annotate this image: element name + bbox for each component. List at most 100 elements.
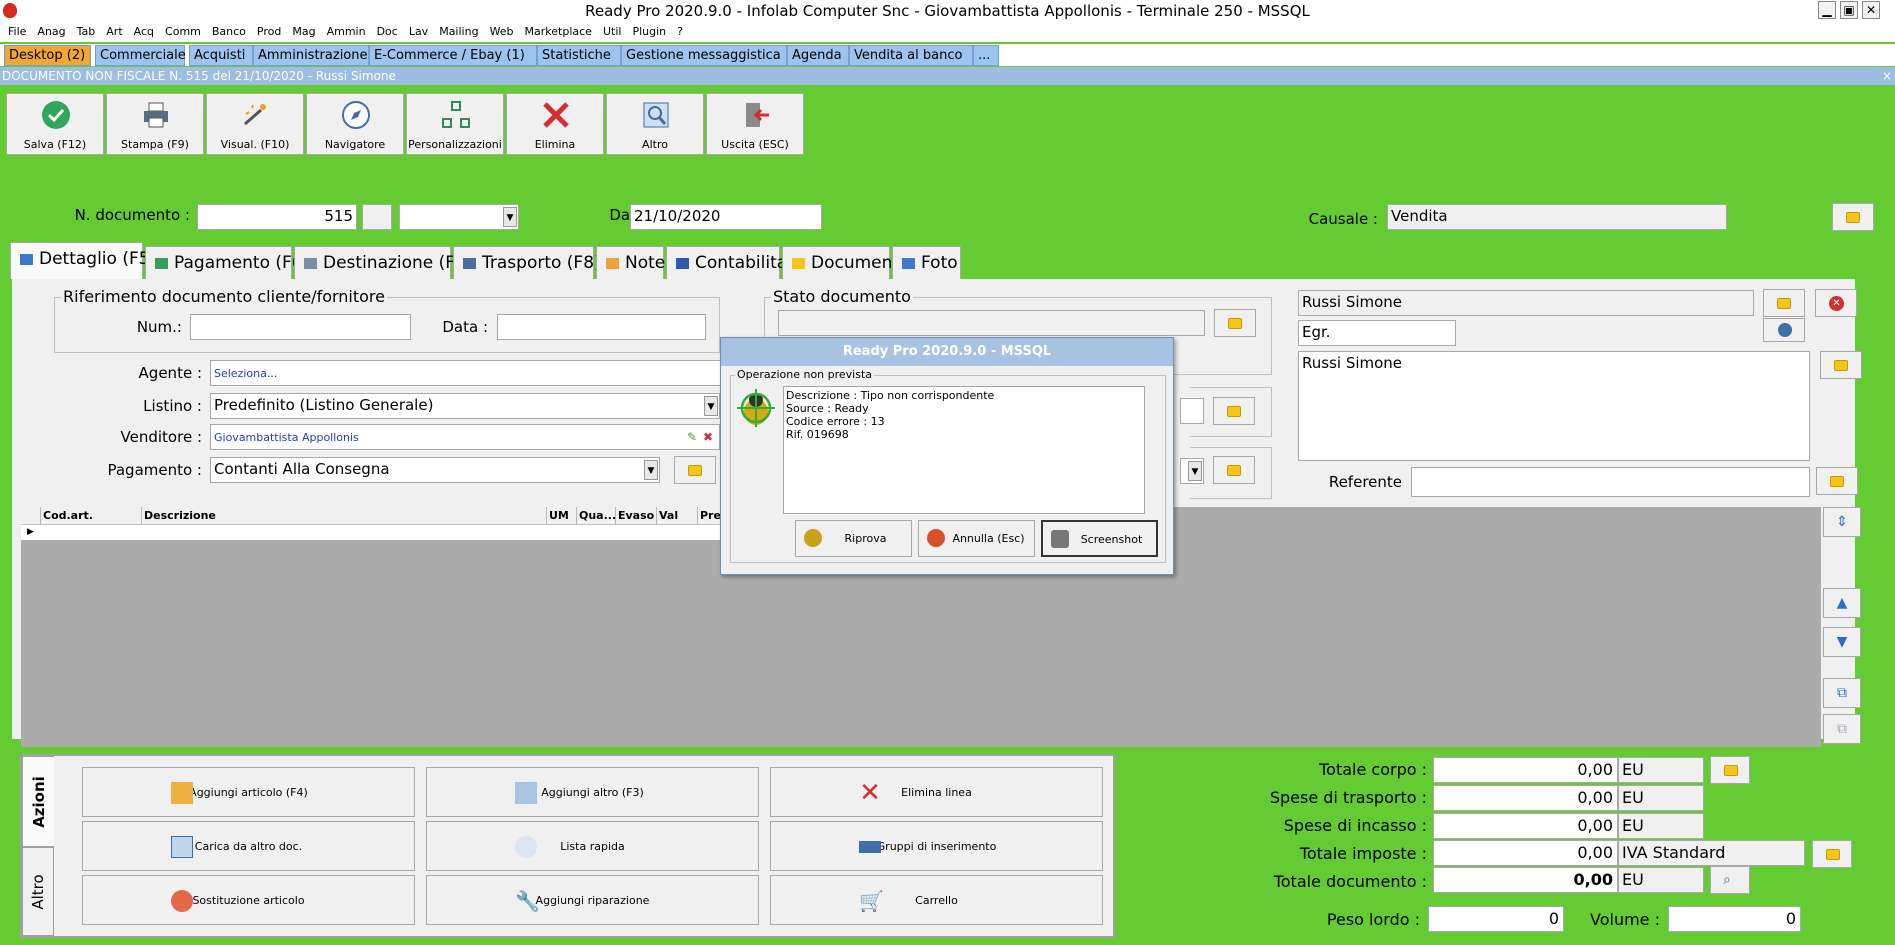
totale-corpo-lookup-button[interactable] xyxy=(1710,756,1750,784)
extra-lookup-button-1[interactable] xyxy=(1213,397,1255,425)
col-quantita[interactable]: Qua... xyxy=(577,507,616,524)
screenshot-button[interactable]: Screenshot xyxy=(1041,520,1158,557)
print-button[interactable]: Stampa (F9) xyxy=(106,93,204,155)
cliente-name-field[interactable]: Russi Simone xyxy=(1298,290,1754,316)
extra-field-1[interactable] xyxy=(1180,398,1204,424)
referente-lookup-button[interactable] xyxy=(1816,467,1858,495)
navtab-more[interactable]: ... xyxy=(973,45,999,66)
error-message-box[interactable]: Descrizione : Tipo non corrispondente So… xyxy=(783,386,1145,514)
tab-destinazione[interactable]: Destinazione (F7) xyxy=(294,246,473,279)
tab-foto[interactable]: Foto xyxy=(892,246,961,279)
menu-anag[interactable]: Anag xyxy=(37,22,65,42)
cliente-lookup-button[interactable] xyxy=(1763,289,1805,317)
move-up-button[interactable]: ▲ xyxy=(1823,588,1861,618)
minimize-button[interactable]: ▁ xyxy=(1818,1,1836,19)
maximize-button[interactable]: ▣ xyxy=(1840,1,1858,19)
navtab-agenda[interactable]: Agenda xyxy=(787,45,849,66)
num-field[interactable] xyxy=(190,314,411,340)
table-row[interactable]: ▶ xyxy=(21,524,721,540)
cart-button[interactable]: 🛒 Carrello xyxy=(770,875,1103,925)
navigator-button[interactable]: Navigatore xyxy=(306,93,404,155)
close-window-button[interactable]: ✕ xyxy=(1862,1,1880,19)
tab-note[interactable]: Note xyxy=(596,246,665,279)
pagamento-dropdown[interactable]: Contanti Alla Consegna ▼ xyxy=(210,457,660,483)
navtab-messaggistica[interactable]: Gestione messaggistica xyxy=(621,45,787,66)
tab-contabilita[interactable]: Contabilita' xyxy=(666,246,792,279)
cliente-title-field[interactable]: Egr. xyxy=(1298,320,1456,346)
menu-web[interactable]: Web xyxy=(490,22,514,42)
menu-mag[interactable]: Mag xyxy=(292,22,315,42)
customize-button[interactable]: Personalizzazioni xyxy=(406,93,504,155)
menu-doc[interactable]: Doc xyxy=(377,22,398,42)
stato-lookup-button[interactable] xyxy=(1214,309,1256,337)
iva-lookup-button[interactable] xyxy=(1812,840,1852,868)
move-down-button[interactable]: ▼ xyxy=(1823,627,1861,657)
cliente-clear-button[interactable]: ✕ xyxy=(1815,289,1857,317)
replace-article-button[interactable]: Sostituzione articolo xyxy=(82,875,415,925)
menu-file[interactable]: File xyxy=(8,22,26,42)
menu-tab[interactable]: Tab xyxy=(77,22,96,42)
venditore-field[interactable]: Giovambattista Appollonis ✎ ✖ xyxy=(210,424,720,450)
preview-button[interactable]: Visual. (F10) xyxy=(206,93,304,155)
menu-comm[interactable]: Comm xyxy=(165,22,201,42)
other-button[interactable]: Altro xyxy=(606,93,704,155)
agente-field[interactable]: Seleziona... xyxy=(210,360,722,386)
add-repair-button[interactable]: 🔧 Aggiungi riparazione xyxy=(426,875,759,925)
navtab-desktop[interactable]: Desktop (2) xyxy=(4,45,91,66)
menu-help[interactable]: ? xyxy=(677,22,683,42)
navtab-ecommerce[interactable]: E-Commerce / Ebay (1) xyxy=(369,45,537,66)
cliente-person-button[interactable] xyxy=(1763,318,1805,342)
navtab-vendita-banco[interactable]: Vendita al banco xyxy=(849,45,973,66)
extra-dropdown-2[interactable]: ▼ xyxy=(1180,458,1204,484)
tab-azioni[interactable]: Azioni xyxy=(22,756,54,847)
tab-pagamento[interactable]: Pagamento (F6) xyxy=(145,246,309,279)
navtab-acquisti[interactable]: Acquisti xyxy=(189,45,253,66)
menu-marketplace[interactable]: Marketplace xyxy=(525,22,592,42)
tab-altro[interactable]: Altro xyxy=(22,847,54,936)
series-dropdown[interactable]: ▼ xyxy=(399,204,519,230)
exit-button[interactable]: Uscita (ESC) xyxy=(706,93,804,155)
quick-list-button[interactable]: Lista rapida xyxy=(426,821,759,871)
insert-groups-button[interactable]: Gruppi di inserimento xyxy=(770,821,1103,871)
col-val[interactable]: Val xyxy=(657,507,698,524)
cancel-button[interactable]: Annulla (Esc) xyxy=(918,520,1035,557)
add-other-button[interactable]: Aggiungi altro (F3) xyxy=(426,767,759,817)
retry-button[interactable]: Riprova xyxy=(795,520,912,557)
menu-lav[interactable]: Lav xyxy=(409,22,428,42)
menu-acq[interactable]: Acq xyxy=(134,22,154,42)
navtab-amministrazione[interactable]: Amministrazione xyxy=(253,45,369,66)
menu-banco[interactable]: Banco xyxy=(212,22,246,42)
add-article-button[interactable]: Aggiungi articolo (F4) xyxy=(82,767,415,817)
col-evaso[interactable]: Evaso xyxy=(616,507,657,524)
remove-icon[interactable]: ✖ xyxy=(703,430,713,444)
rif-date-field[interactable] xyxy=(497,314,706,340)
referente-field[interactable] xyxy=(1411,467,1810,497)
causale-field[interactable]: Vendita xyxy=(1387,204,1727,230)
copy-line-button[interactable]: ⧉ xyxy=(1823,678,1861,708)
pagamento-lookup-button[interactable] xyxy=(674,456,716,484)
menu-mailing[interactable]: Mailing xyxy=(439,22,478,42)
spese-incasso-field[interactable]: 0,00 xyxy=(1433,813,1618,839)
save-button[interactable]: Salva (F12) xyxy=(6,93,104,155)
menu-ammin[interactable]: Ammin xyxy=(327,22,366,42)
col-descrizione[interactable]: Descrizione xyxy=(142,507,547,524)
cliente-address-field[interactable]: Russi Simone xyxy=(1298,351,1810,461)
menu-prod[interactable]: Prod xyxy=(257,22,281,42)
volume-field[interactable]: 0 xyxy=(1668,906,1801,932)
extra-lookup-button-2[interactable] xyxy=(1213,456,1255,484)
ndoc-field[interactable]: 515 xyxy=(197,204,357,230)
tab-documenti[interactable]: Documenti xyxy=(782,246,904,279)
col-um[interactable]: UM xyxy=(547,507,577,524)
col-codart[interactable]: Cod.art. xyxy=(41,507,142,524)
causale-lookup-button[interactable] xyxy=(1832,203,1874,231)
menu-plugin[interactable]: Plugin xyxy=(632,22,666,42)
move-first-button[interactable]: ⇕ xyxy=(1823,507,1861,537)
menu-util[interactable]: Util xyxy=(603,22,621,42)
totale-detail-button[interactable]: ⌕ xyxy=(1710,866,1750,894)
load-from-doc-button[interactable]: Carica da altro doc. xyxy=(82,821,415,871)
tab-trasporto[interactable]: Trasporto (F8) xyxy=(453,246,601,279)
ndoc-suffix-field[interactable] xyxy=(362,204,392,230)
stato-field[interactable] xyxy=(778,310,1205,336)
navtab-statistiche[interactable]: Statistiche xyxy=(537,45,621,66)
date-field[interactable]: 21/10/2020 xyxy=(630,204,822,230)
